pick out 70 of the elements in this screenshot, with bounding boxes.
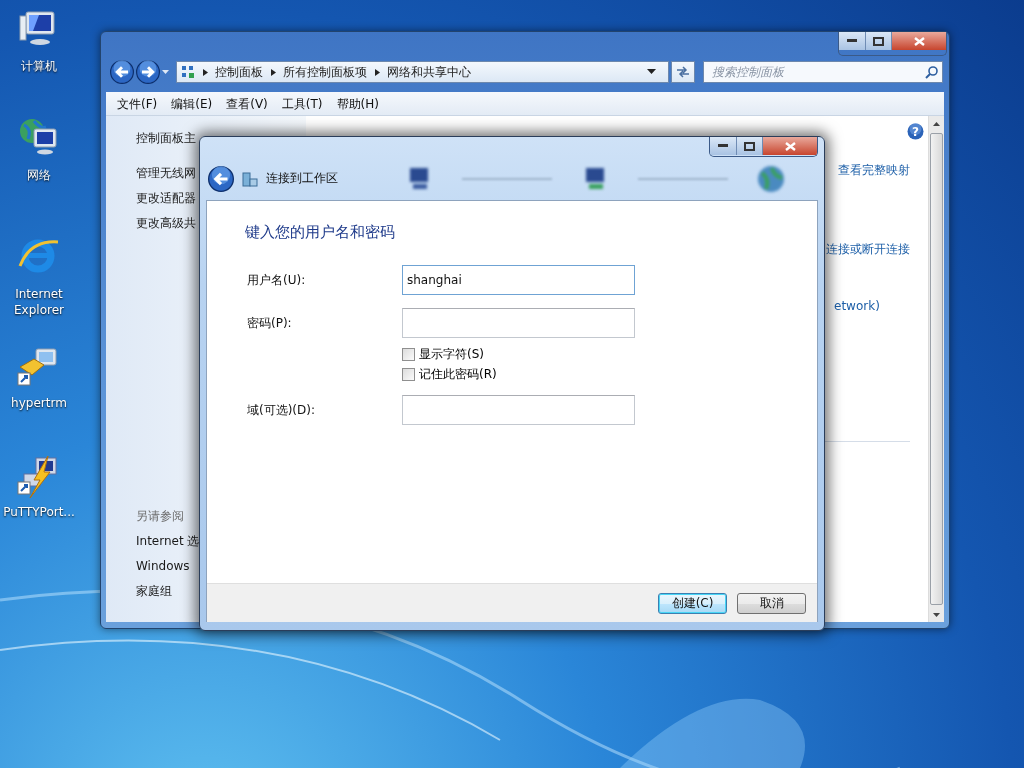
desktop-icon-label[interactable]: 计算机 — [1, 58, 77, 74]
maximize-icon — [873, 36, 884, 46]
maximize-button[interactable] — [737, 137, 763, 155]
breadcrumb-item[interactable]: 网络和共享中心 — [387, 63, 471, 81]
breadcrumb-item[interactable]: 控制面板 — [215, 63, 263, 81]
refresh-arrows-icon — [676, 66, 690, 78]
sidebar-link[interactable]: Windows — [136, 558, 190, 575]
desktop-icon-label[interactable]: 网络 — [1, 167, 77, 183]
control-panel-icon — [181, 65, 195, 79]
forward-button[interactable] — [136, 60, 160, 84]
checkbox[interactable] — [402, 368, 415, 381]
up-arrow-icon — [933, 121, 940, 126]
search-icon — [925, 65, 938, 79]
checkbox-label[interactable]: 显示字符(S) — [419, 346, 484, 363]
desktop-icon-label[interactable]: Internet Explorer — [1, 286, 77, 318]
down-arrow-icon — [933, 612, 940, 617]
search-box[interactable]: 搜索控制面板 — [703, 61, 943, 83]
breadcrumb-item[interactable]: 所有控制面板项 — [283, 63, 367, 81]
address-bar[interactable]: 控制面板 所有控制面板项 网络和共享中心 — [176, 61, 669, 83]
sidebar-link[interactable]: 管理无线网 — [136, 165, 196, 182]
input-field[interactable] — [402, 308, 635, 338]
maximize-button[interactable] — [866, 32, 892, 50]
cancel-button[interactable]: 取消 — [737, 592, 806, 614]
minimize-button[interactable] — [710, 137, 737, 155]
close-button[interactable] — [763, 137, 817, 155]
sidebar-link[interactable]: Internet 选 — [136, 533, 200, 550]
globe-icon — [756, 163, 786, 194]
back-button[interactable] — [110, 60, 134, 84]
minimize-icon — [847, 39, 857, 43]
close-button[interactable] — [892, 32, 946, 50]
dialog-title: 连接到工作区 — [266, 170, 338, 187]
field-label: 域(可选)(D): — [246, 401, 316, 419]
close-icon — [784, 141, 796, 151]
scroll-thumb[interactable] — [930, 133, 943, 605]
desktop-icon-label[interactable]: hypertrm — [1, 395, 77, 411]
section-heading: 另请参阅 — [136, 508, 184, 525]
menu-item[interactable]: 编辑(E) — [164, 93, 220, 114]
input-field[interactable] — [402, 395, 635, 425]
menu-item[interactable]: 帮助(H) — [329, 93, 386, 114]
desktop-icon-label[interactable]: PuTTYPort... — [1, 504, 77, 520]
field-label: 密码(P): — [246, 314, 293, 332]
menu-item[interactable]: 文件(F) — [110, 93, 165, 114]
help-icon[interactable]: ? — [907, 123, 924, 140]
field-label: 用户名(U): — [246, 271, 307, 289]
checkbox-label[interactable]: 记住此密码(R) — [419, 366, 497, 383]
sidebar-link[interactable]: 更改高级共 — [136, 215, 196, 232]
sidebar-link[interactable]: 家庭组 — [136, 583, 172, 600]
content-link[interactable]: etwork) — [834, 298, 880, 314]
back-button[interactable] — [208, 165, 234, 192]
close-icon — [913, 36, 925, 46]
minimize-icon — [718, 144, 728, 148]
menu-item[interactable]: 查看(V) — [219, 93, 275, 114]
maximize-icon — [744, 141, 755, 151]
refresh-button[interactable] — [671, 61, 695, 83]
content-link[interactable]: 查看完整映射 — [838, 162, 910, 178]
dropdown-arrow-icon[interactable] — [647, 69, 656, 75]
building-icon — [242, 170, 258, 187]
search-field[interactable]: 搜索控制面板 — [712, 65, 925, 79]
checkbox[interactable] — [402, 348, 415, 361]
chevron-right-icon[interactable] — [203, 68, 208, 76]
dialog-heading: 键入您的用户名和密码 — [245, 223, 396, 242]
sidebar-link[interactable]: 更改适配器 — [136, 190, 196, 207]
menu-item[interactable]: 工具(T) — [274, 93, 330, 114]
create-button[interactable]: 创建(C) — [658, 592, 727, 614]
sidebar-link[interactable]: 控制面板主 — [136, 130, 196, 147]
content-link[interactable]: 连接或断开连接 — [826, 241, 910, 257]
minimize-button[interactable] — [839, 32, 866, 50]
input-field[interactable]: shanghai — [402, 265, 635, 295]
chevron-right-icon[interactable] — [271, 68, 276, 76]
chevron-right-icon[interactable] — [375, 68, 380, 76]
